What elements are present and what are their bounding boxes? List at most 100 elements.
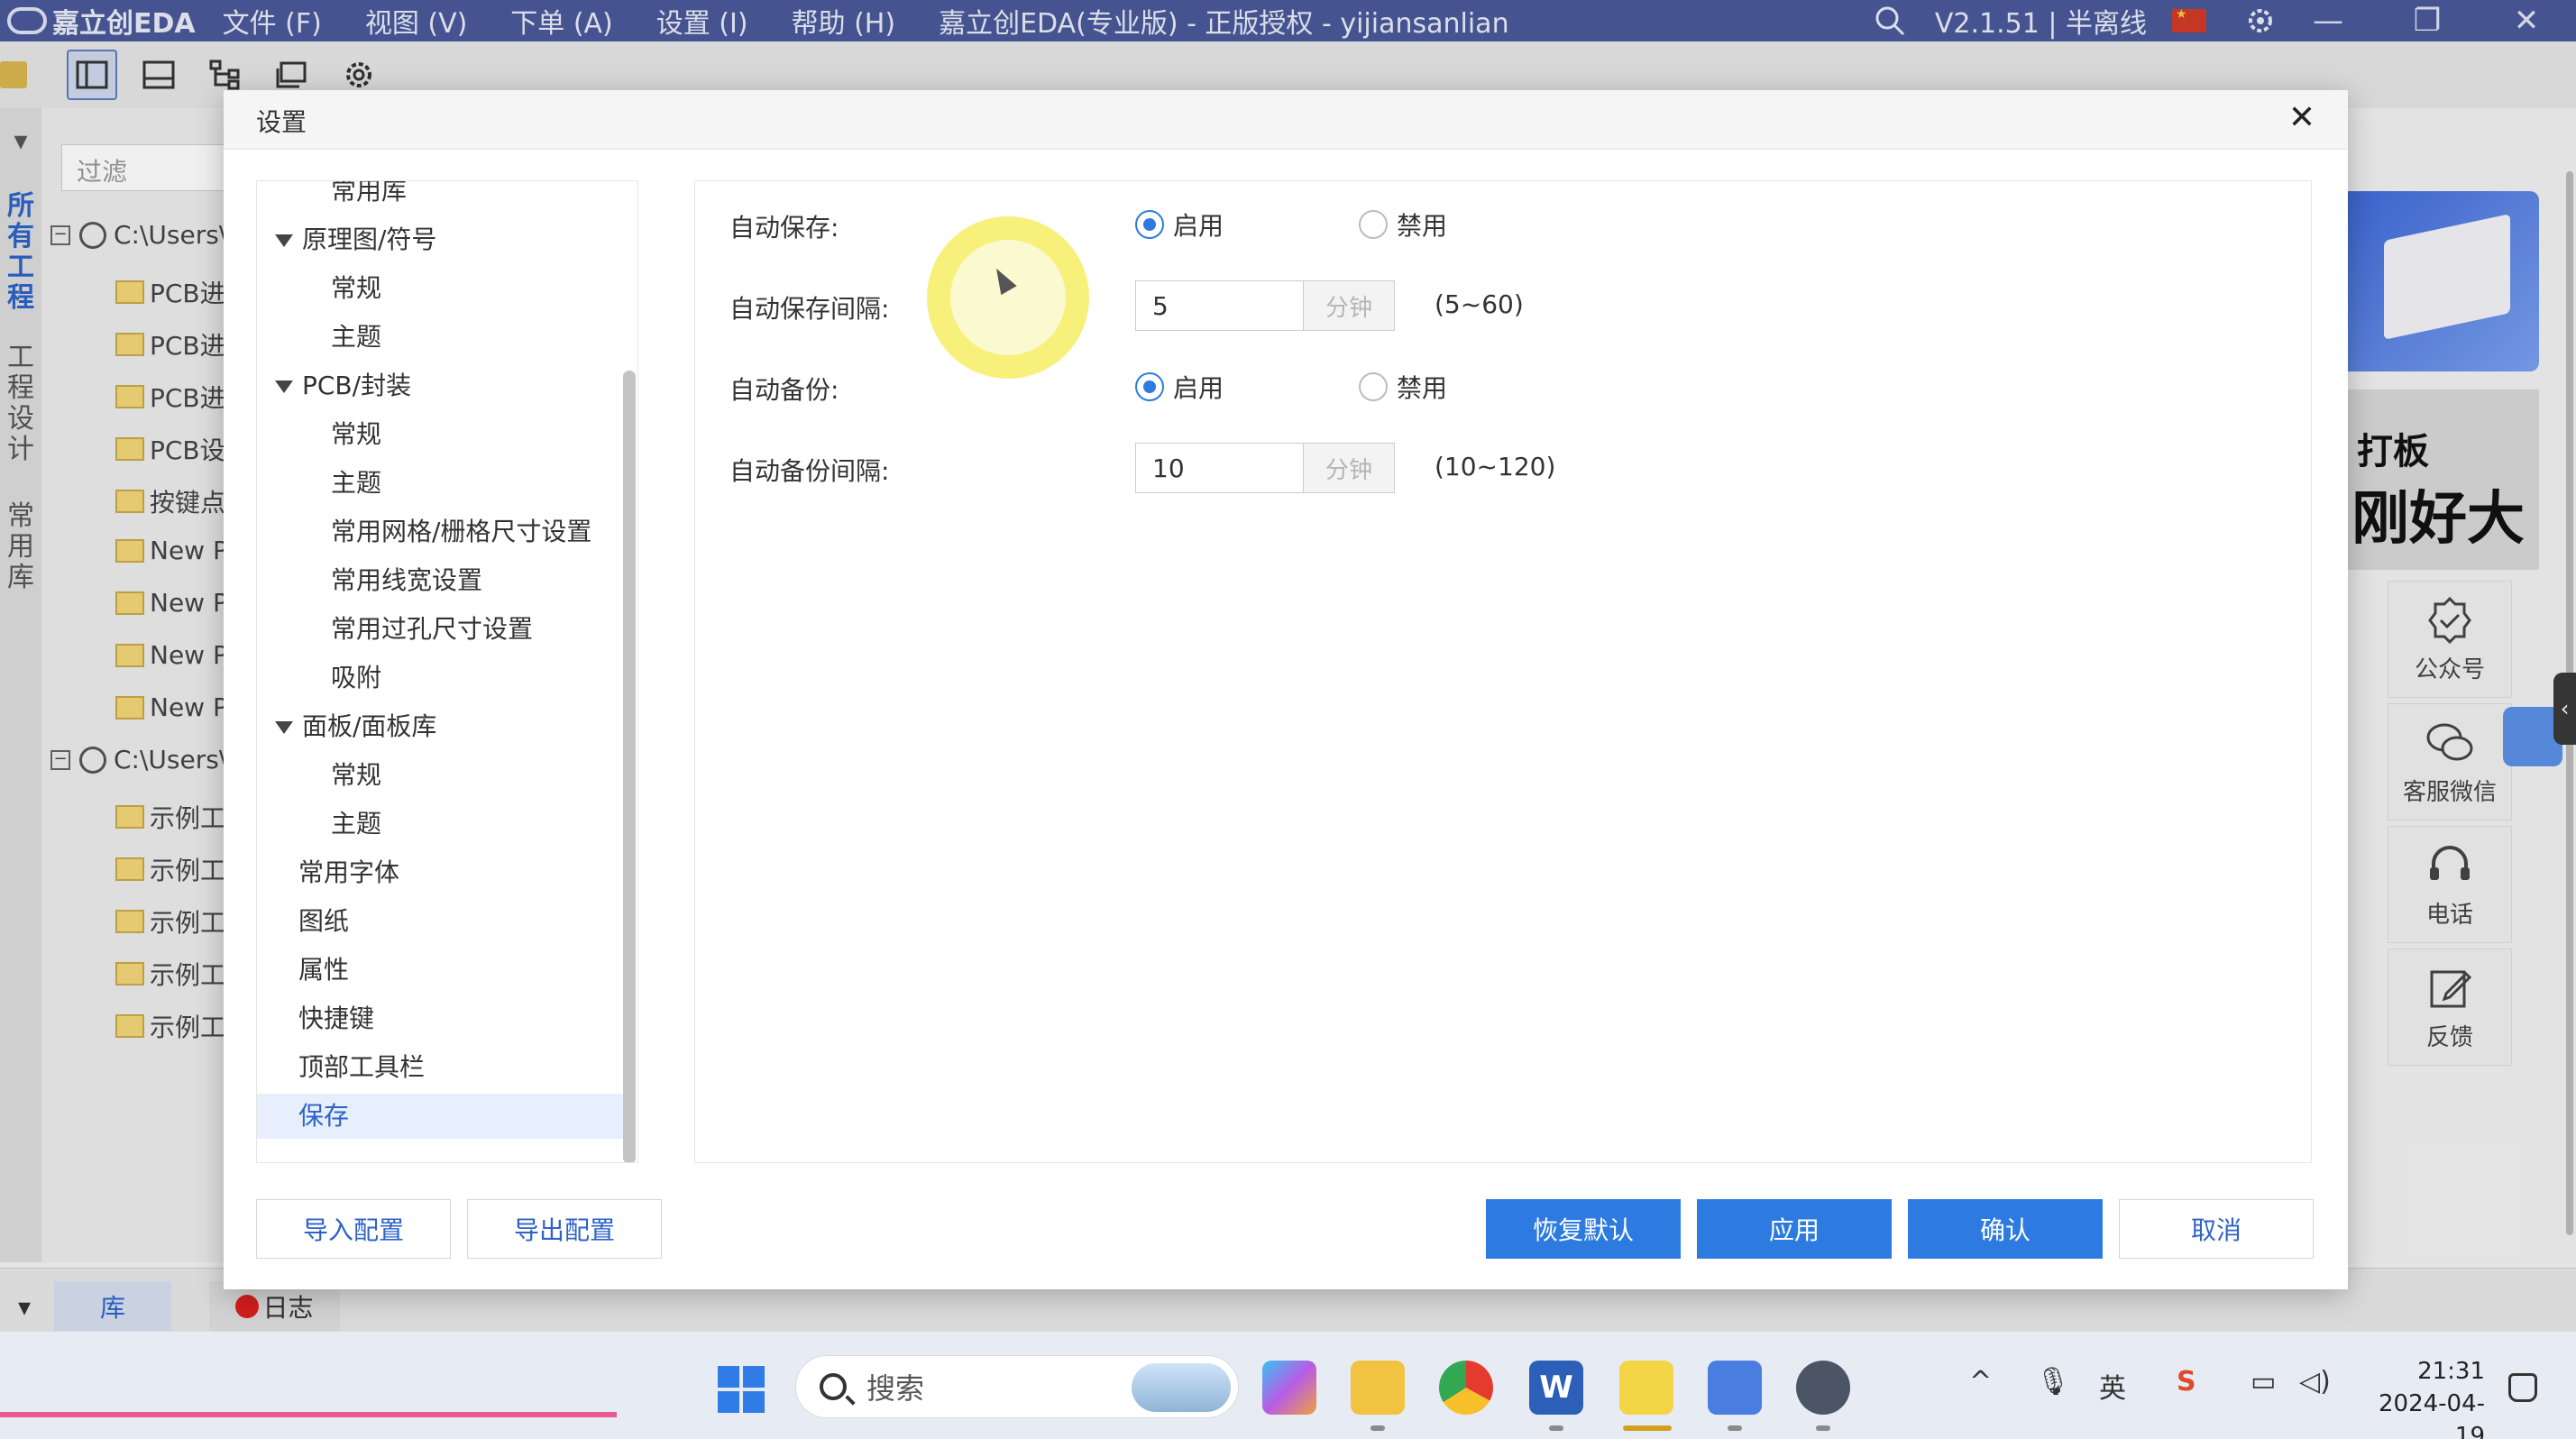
- auto-backup-enable-radio[interactable]: 启用: [1135, 369, 1224, 405]
- nav-item[interactable]: 图纸: [257, 899, 634, 944]
- taskbar-search[interactable]: 搜索: [795, 1355, 1239, 1418]
- settings-nav-tree: 保存 顶部工具栏 快捷键 属性 图纸 常用字体 主题 常规 面板/面板库 吸附 常用过孔尺寸设置 常用…: [256, 180, 638, 1163]
- nav-item-label: 面板/面板库: [302, 711, 437, 741]
- nav-item-label: 常规: [331, 760, 382, 790]
- nav-item-label: 图纸: [298, 906, 350, 936]
- export-config-button[interactable]: 导出配置: [467, 1199, 662, 1259]
- nav-group[interactable]: 面板/面板库: [257, 704, 634, 749]
- volume-icon[interactable]: ◁): [2299, 1366, 2331, 1398]
- nav-item-label: 常用过孔尺寸设置: [331, 614, 534, 644]
- nav-item[interactable]: 常用库: [257, 180, 634, 214]
- auto-backup-label: 自动备份:: [729, 375, 839, 405]
- auto-backup-interval-input[interactable]: [1136, 444, 1304, 492]
- radio-unchecked-icon[interactable]: [1359, 372, 1388, 401]
- nav-item-label: 属性: [298, 955, 350, 985]
- settings-app-icon[interactable]: [1796, 1361, 1850, 1415]
- nav-item-label: 保存: [298, 1101, 350, 1131]
- nav-item-label: 主题: [331, 468, 382, 498]
- nav-item[interactable]: 保存: [257, 1094, 634, 1139]
- nav-item-label: 快捷键: [298, 1004, 375, 1033]
- nav-item[interactable]: 常规: [257, 412, 634, 457]
- nav-item-label: 顶部工具栏: [298, 1052, 426, 1082]
- taskbar-clock[interactable]: 21:31 2024-04-19: [2368, 1355, 2485, 1439]
- nav-item[interactable]: 常用过孔尺寸设置: [257, 607, 634, 652]
- nav-group[interactable]: PCB/封装: [257, 363, 634, 408]
- running-indicator: [1816, 1425, 1830, 1431]
- nav-scrollbar[interactable]: [623, 371, 636, 1162]
- auto-backup-interval-label: 自动备份间隔:: [729, 456, 890, 486]
- nav-item[interactable]: 吸附: [257, 655, 634, 701]
- nav-item[interactable]: 常用线宽设置: [257, 558, 634, 603]
- nav-item-label: 常规: [331, 419, 382, 449]
- auto-save-interval-input[interactable]: [1136, 281, 1304, 330]
- nav-item[interactable]: 主题: [257, 461, 634, 506]
- word-icon[interactable]: W: [1529, 1361, 1583, 1415]
- unit-label: 分钟: [1304, 281, 1394, 330]
- taskbar-search-label: 搜索: [866, 1371, 925, 1406]
- nav-item[interactable]: 主题: [257, 315, 634, 360]
- nav-item[interactable]: 快捷键: [257, 996, 634, 1041]
- confirm-button[interactable]: 确认: [1908, 1199, 2103, 1259]
- nav-item[interactable]: 常规: [257, 753, 634, 798]
- nav-item-label: 主题: [331, 322, 382, 352]
- nav-item-label: 吸附: [331, 663, 382, 692]
- running-indicator: [1549, 1425, 1563, 1431]
- windows-start-icon[interactable]: [718, 1366, 765, 1413]
- nav-group[interactable]: 原理图/符号: [257, 217, 634, 262]
- chrome-icon[interactable]: [1439, 1361, 1493, 1415]
- caret-down-icon[interactable]: [275, 380, 293, 393]
- radio-checked-icon[interactable]: [1135, 210, 1164, 239]
- auto-save-enable-radio[interactable]: 启用: [1135, 206, 1224, 243]
- restore-defaults-button[interactable]: 恢复默认: [1486, 1199, 1681, 1259]
- nav-item[interactable]: 顶部工具栏: [257, 1045, 634, 1090]
- nav-item[interactable]: 主题: [257, 802, 634, 847]
- tray-expand-icon[interactable]: ^: [1969, 1366, 1992, 1398]
- copilot-app-icon[interactable]: [1262, 1361, 1316, 1415]
- microphone-icon[interactable]: 🎙: [2036, 1366, 2070, 1398]
- windows-taskbar: 搜索 W ^ 🎙 英 S ▭ ◁) 21:31 2024-04-19: [0, 1331, 2576, 1439]
- sogou-ime-icon[interactable]: S: [2177, 1366, 2196, 1398]
- unit-label: 分钟: [1304, 444, 1394, 492]
- auto-backup-interval-range: (10~120): [1435, 452, 1556, 481]
- cursor-highlight: [927, 216, 1089, 379]
- network-icon[interactable]: ▭: [2251, 1366, 2276, 1398]
- close-icon[interactable]: ✕: [2288, 99, 2315, 136]
- auto-save-interval-range: (5~60): [1435, 289, 1524, 319]
- clock-date: 2024-04-19: [2378, 1390, 2485, 1439]
- nav-item[interactable]: 常用网格/栅格尺寸设置: [257, 509, 634, 555]
- nav-item-label: 常用字体: [298, 857, 400, 887]
- radio-unchecked-icon[interactable]: [1359, 210, 1388, 239]
- video-progress-bar: [0, 1412, 617, 1417]
- clock-time: 21:31: [2417, 1358, 2485, 1385]
- running-indicator: [1371, 1425, 1385, 1431]
- settings-dialog: 设置 ✕ 保存 顶部工具栏 快捷键 属性 图纸 常用字体 主题 常规 面板/面板库 吸附 常用过孔尺…: [224, 90, 2348, 1289]
- dialog-header: 设置 ✕: [224, 90, 2348, 150]
- caret-down-icon[interactable]: [275, 234, 293, 247]
- search-icon: [820, 1373, 847, 1400]
- cancel-button[interactable]: 取消: [2119, 1199, 2314, 1259]
- nav-item-label: PCB/封装: [302, 371, 412, 400]
- player-app-icon[interactable]: [1619, 1361, 1673, 1415]
- eda-app-icon[interactable]: [1708, 1361, 1762, 1415]
- nav-item-label: 原理图/符号: [302, 225, 437, 254]
- notification-bell-icon[interactable]: [2508, 1373, 2537, 1402]
- nav-item-label: 常用库: [331, 180, 408, 206]
- auto-backup-interval-field: 分钟: [1135, 443, 1395, 493]
- nav-item-label: 主题: [331, 809, 382, 839]
- nav-item-label: 常规: [331, 273, 382, 303]
- apply-button[interactable]: 应用: [1697, 1199, 1892, 1259]
- auto-backup-disable-radio[interactable]: 禁用: [1359, 369, 1447, 405]
- dialog-title: 设置: [256, 107, 307, 137]
- caret-down-icon[interactable]: [275, 721, 293, 734]
- radio-checked-icon[interactable]: [1135, 372, 1164, 401]
- running-indicator: [1728, 1425, 1742, 1431]
- nav-item[interactable]: 常规: [257, 266, 634, 311]
- nav-item[interactable]: 属性: [257, 948, 634, 993]
- auto-save-label: 自动保存:: [729, 213, 839, 243]
- auto-save-disable-radio[interactable]: 禁用: [1359, 206, 1447, 243]
- nav-item[interactable]: 常用字体: [257, 850, 634, 895]
- import-config-button[interactable]: 导入配置: [256, 1199, 451, 1259]
- nav-item-label: 常用线宽设置: [331, 565, 483, 595]
- ime-indicator[interactable]: 英: [2099, 1366, 2126, 1406]
- file-explorer-icon[interactable]: [1351, 1361, 1405, 1415]
